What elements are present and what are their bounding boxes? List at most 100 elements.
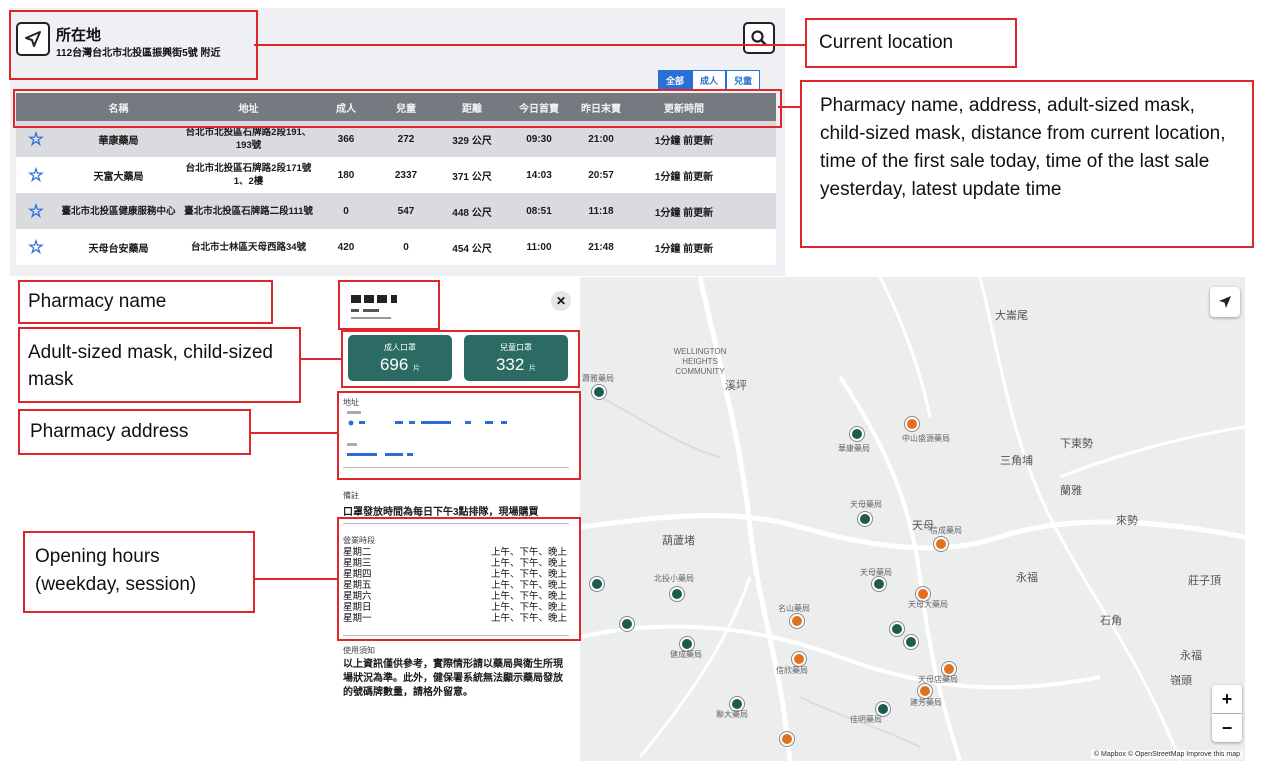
pharmacy-pin-label: 天母藥局: [850, 500, 882, 509]
map-area-label: 蘭雅: [1060, 485, 1082, 497]
map-area-label: 石角: [1100, 615, 1122, 627]
pharmacy-pin-label: 名山藥局: [778, 604, 810, 613]
map-area-label: 永福: [1180, 650, 1202, 662]
pharmacy-pin[interactable]: [904, 635, 918, 649]
mask-count-highlight: [341, 330, 580, 388]
table-row[interactable]: ☆ 天富大藥局 台北市北投區石牌路2段171號1、2樓 180 2337 371…: [16, 157, 776, 193]
pharmacy-pin-label: 信成藥局: [930, 526, 962, 535]
child-count: 2337: [394, 169, 418, 181]
pharmacy-pin-label: 建芳藥局: [910, 698, 942, 707]
pharmacy-pin-label: 華康藥局: [838, 444, 870, 453]
map-attribution[interactable]: © Mapbox © OpenStreetMap Improve this ma…: [1090, 750, 1243, 759]
close-button[interactable]: ✕: [551, 291, 571, 311]
disclaimer-heading: 使用須知: [343, 646, 375, 655]
pharmacy-pin[interactable]: [670, 587, 684, 601]
table-row[interactable]: ☆ 天母台安藥局 台北市士林區天母西路34號 420 0 454 公尺 11:0…: [16, 229, 776, 265]
minus-icon: −: [1221, 717, 1233, 738]
map-area-label: 莊子頂: [1188, 575, 1221, 587]
pharmacy-pin[interactable]: [780, 732, 794, 746]
callout-line: [254, 44, 806, 46]
distance: 371 公尺: [452, 171, 492, 183]
pharmacy-address: 台北市北投區石牌路2段191、193號: [185, 127, 312, 151]
pharmacy-pin[interactable]: [858, 512, 872, 526]
table-row[interactable]: ☆ 臺北市北投區健康服務中心 臺北市北投區石牌路二段111號 0 547 448…: [16, 193, 776, 229]
map-area-label: 大崙尾: [995, 310, 1028, 322]
current-location-highlight: [9, 10, 258, 80]
map-view[interactable]: WELLINGTON HEIGHTS COMMUNITY 天母 三角埔 永福 石…: [580, 277, 1245, 761]
pharmacy-address: 台北市北投區石牌路2段171號1、2樓: [185, 163, 312, 187]
distance: 329 公尺: [452, 135, 492, 147]
pharmacy-pin-label: 中山盛源藥局: [902, 434, 950, 443]
pharmacy-address: 臺北市北投區石牌路二段111號: [184, 205, 313, 217]
map-area-label: 永福: [1016, 572, 1038, 584]
pharmacy-pin[interactable]: [590, 577, 604, 591]
table-header-highlight: [13, 89, 782, 128]
adult-count: 366: [337, 133, 355, 145]
search-button[interactable]: [743, 22, 775, 54]
callout-line: [300, 358, 341, 360]
pharmacy-pin[interactable]: [620, 617, 634, 631]
pharmacy-pin-label: 北投小藥局: [654, 574, 694, 583]
pharmacy-pin[interactable]: [790, 614, 804, 628]
distance: 448 公尺: [452, 207, 492, 219]
filter-child[interactable]: 兒童: [726, 70, 761, 91]
pharmacy-pin[interactable]: [872, 577, 886, 591]
adult-count: 420: [337, 241, 355, 253]
last-sale: 21:48: [588, 241, 614, 253]
map-area-label: 溪坪: [725, 380, 747, 392]
pharmacy-name: 臺北市北投區健康服務中心: [61, 205, 176, 217]
last-sale: 11:18: [588, 205, 614, 217]
close-icon: ✕: [555, 294, 567, 308]
pharmacy-pin-label: 天母大藥局: [908, 600, 948, 609]
last-sale: 20:57: [588, 169, 614, 181]
zoom-out-button[interactable]: −: [1212, 714, 1242, 742]
pharmacy-pin[interactable]: [934, 537, 948, 551]
address-highlight: [337, 391, 581, 480]
pharmacy-pin-label: 天母藥局: [860, 568, 892, 577]
navigation-arrow-icon: [1219, 296, 1231, 308]
pharmacy-pin-label: 佳明藥局: [850, 715, 882, 724]
pharmacy-name: 天富大藥局: [93, 171, 144, 183]
map-area-label: 來勢: [1116, 515, 1138, 527]
callout-current-location: Current location: [805, 18, 1017, 68]
child-count: 547: [397, 205, 415, 217]
zoom-in-button[interactable]: +: [1212, 685, 1242, 713]
pharmacy-pin[interactable]: [918, 684, 932, 698]
pharmacy-pin-label: 信欣藥局: [776, 666, 808, 675]
map-area-label: 三角埔: [1000, 455, 1033, 467]
filter-all[interactable]: 全部: [658, 70, 693, 91]
pharmacy-table-body: ☆ 華康藥局 台北市北投區石牌路2段191、193號 366 272 329 公…: [16, 121, 776, 265]
map-area-label: 下東勢: [1060, 438, 1093, 450]
pharmacy-pin[interactable]: [890, 622, 904, 636]
pharmacy-pin[interactable]: [592, 385, 606, 399]
first-sale: 08:51: [526, 205, 552, 217]
pharmacy-pin[interactable]: [792, 652, 806, 666]
disclaimer-text: 以上資訊僅供參考，實際情形請以藥局與衛生所現場狀況為準。此外，健保署系統無法顯示…: [343, 659, 563, 698]
pharmacy-pin-label: 聯大藥局: [716, 710, 748, 719]
locate-me-button[interactable]: [1210, 287, 1240, 317]
star-icon[interactable]: ☆: [16, 237, 56, 258]
updated-time: 1分鐘 前更新: [654, 243, 714, 255]
star-icon[interactable]: ☆: [16, 129, 56, 150]
first-sale: 09:30: [526, 133, 552, 145]
pharmacy-address: 台北市士林區天母西路34號: [190, 241, 307, 253]
child-count: 0: [403, 241, 409, 253]
star-icon[interactable]: ☆: [16, 201, 56, 222]
callout-pharmacy-name: Pharmacy name: [18, 280, 273, 324]
filter-adult[interactable]: 成人: [692, 70, 727, 91]
plus-icon: +: [1221, 688, 1233, 709]
star-icon[interactable]: ☆: [16, 165, 56, 186]
callout-table-columns: Pharmacy name, address, adult-sized mask…: [800, 80, 1254, 248]
pharmacy-name-highlight: [338, 280, 440, 330]
callout-mask-counts: Adult-sized mask, child-sized mask: [18, 327, 301, 403]
first-sale: 14:03: [526, 169, 552, 181]
note-text: 口罩發放時間為每日下午3點排隊，現場購買: [343, 507, 539, 518]
map-area-label: 葫蘆堵: [662, 535, 695, 547]
callout-line: [255, 578, 337, 580]
pharmacy-pin[interactable]: [905, 417, 919, 431]
pharmacy-pin[interactable]: [850, 427, 864, 441]
adult-count: 180: [337, 169, 355, 181]
pharmacy-pin-label: 健成藥局: [670, 650, 702, 659]
adult-count: 0: [343, 205, 349, 217]
distance: 454 公尺: [452, 243, 492, 255]
